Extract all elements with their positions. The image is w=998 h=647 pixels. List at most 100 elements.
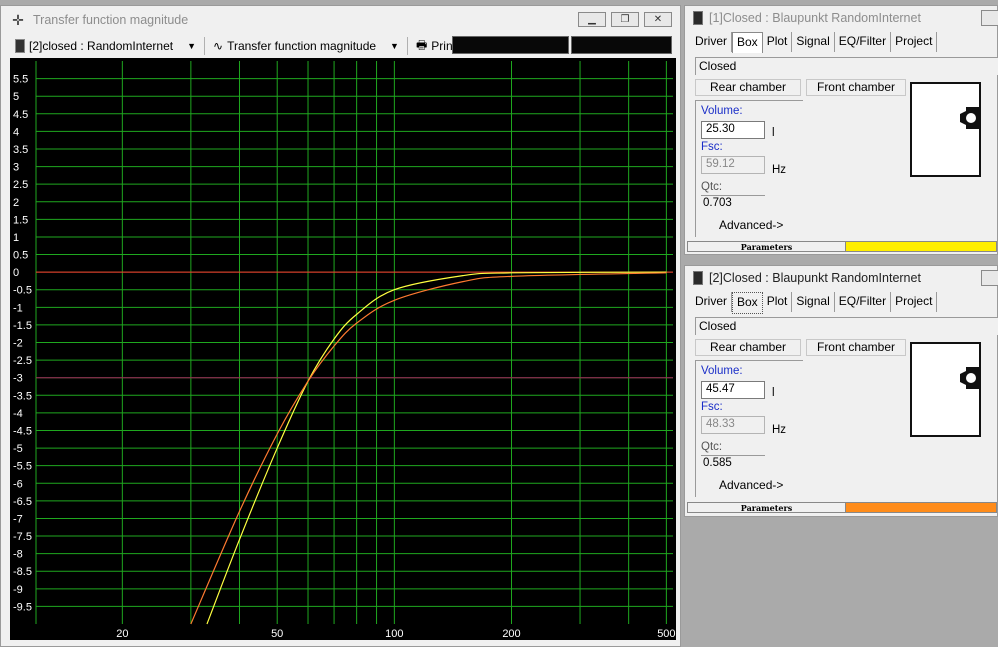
- tab-plot[interactable]: Plot: [763, 32, 793, 52]
- volume-unit: l: [772, 387, 775, 399]
- y-tick-label: -4: [13, 408, 23, 420]
- y-tick-label: -5: [13, 443, 23, 455]
- y-tick-label: -0.5: [13, 285, 32, 297]
- y-tick-label: -7: [13, 513, 23, 525]
- tab-eq-filter[interactable]: EQ/Filter: [835, 292, 892, 312]
- x-tick-label: 50: [271, 628, 283, 640]
- fsc-input: 48.33: [701, 416, 765, 434]
- fsc-input: 59.12: [701, 156, 765, 174]
- view-dropdown-label: Transfer function magnitude: [227, 39, 377, 53]
- y-tick-label: -5.5: [13, 461, 32, 473]
- y-tick-label: -8: [13, 549, 23, 561]
- restore-icon: ❐: [620, 14, 630, 25]
- rear-chamber-button[interactable]: Rear chamber: [695, 339, 801, 356]
- y-tick-label: 2: [13, 197, 19, 209]
- minimize-button[interactable]: [981, 270, 998, 286]
- y-tick-label: 3.5: [13, 144, 28, 156]
- panel-tabs: Driver Box Plot Signal EQ/Filter Project: [691, 292, 938, 314]
- close-button[interactable]: ✕: [644, 12, 672, 27]
- close-icon: ✕: [653, 14, 663, 25]
- front-chamber-button[interactable]: Front chamber: [806, 339, 906, 356]
- box-type-select[interactable]: Closed: [695, 317, 998, 335]
- chart-toolbar: [2]closed : RandomInternet ▼ ∿ Transfer …: [9, 35, 672, 57]
- restore-button[interactable]: ❐: [611, 12, 639, 27]
- minimize-button[interactable]: ▁: [578, 12, 606, 27]
- tab-signal[interactable]: Signal: [792, 292, 835, 312]
- driver-diagram-icon: [960, 107, 979, 129]
- minimize-icon: ▁: [588, 14, 596, 25]
- toolbar-divider: [406, 37, 408, 55]
- y-tick-label: -9.5: [13, 601, 32, 613]
- chevron-down-icon: ▼: [187, 41, 197, 51]
- y-tick-label: -9: [13, 584, 23, 596]
- status-color-bar: [846, 503, 996, 512]
- y-tick-label: -8.5: [13, 566, 32, 578]
- tab-plot[interactable]: Plot: [763, 292, 793, 312]
- y-tick-label: -4.5: [13, 425, 32, 437]
- qtc-label: Qtc:: [701, 441, 723, 453]
- tab-driver[interactable]: Driver: [691, 292, 732, 312]
- y-tick-label: -3: [13, 373, 23, 385]
- rear-chamber-button[interactable]: Rear chamber: [695, 79, 801, 96]
- tab-box[interactable]: Box: [732, 32, 763, 53]
- panel-title: [2]Closed : Blaupunkt RandomInternet: [709, 271, 921, 285]
- y-tick-label: -2.5: [13, 355, 32, 367]
- box-fields: Volume: 45.47 l Fsc: 48.33 Hz Qtc: 0.585…: [695, 360, 803, 497]
- tab-signal[interactable]: Signal: [792, 32, 835, 52]
- panel-tabs: Driver Box Plot Signal EQ/Filter Project: [691, 32, 938, 53]
- y-tick-label: 4.5: [13, 109, 28, 121]
- fsc-unit: Hz: [772, 424, 787, 436]
- tab-eq-filter[interactable]: EQ/Filter: [835, 32, 892, 52]
- volume-label: Volume:: [701, 105, 743, 117]
- y-tick-label: -6: [13, 478, 23, 490]
- panel-titlebar[interactable]: [1]Closed : Blaupunkt RandomInternet: [685, 6, 998, 30]
- y-tick-label: 2.5: [13, 179, 28, 191]
- box-type-select[interactable]: Closed: [695, 57, 998, 75]
- parameters-panel-1: [1]Closed : Blaupunkt RandomInternet Dri…: [684, 5, 998, 255]
- status-color-bar: [846, 242, 996, 251]
- box-preview-image: [910, 82, 981, 177]
- status-bar: Parameters: [687, 502, 997, 513]
- volume-input[interactable]: 45.47: [701, 381, 765, 399]
- panel-titlebar[interactable]: [2]Closed : Blaupunkt RandomInternet: [685, 266, 998, 290]
- y-tick-label: -1: [13, 302, 23, 314]
- volume-unit: l: [772, 127, 775, 139]
- volume-input[interactable]: 25.30: [701, 121, 765, 139]
- status-bar: Parameters: [687, 241, 997, 252]
- chart-window-titlebar[interactable]: ✛ Transfer function magnitude ▁ ❐ ✕: [1, 6, 680, 34]
- y-tick-label: 0: [13, 267, 19, 279]
- crosshair-icon: ✛: [12, 11, 24, 28]
- advanced-button[interactable]: Advanced->: [719, 478, 783, 492]
- x-axis-band: [10, 624, 676, 640]
- view-dropdown[interactable]: ∿ Transfer function magnitude ▼: [207, 36, 405, 56]
- transfer-function-plot[interactable]: 5.5 5 4.5 4 3.5 3 2.5 2 1.5 1 0.5 0 -0.5 -1 -1.5 -2 -2.5…: [10, 58, 676, 640]
- x-tick-label: 100: [385, 628, 403, 640]
- box-fields: Volume: 25.30 l Fsc: 59.12 Hz Qtc: 0.703…: [695, 100, 803, 237]
- tab-driver[interactable]: Driver: [691, 32, 732, 52]
- speaker-icon: [693, 271, 703, 285]
- driver-diagram-icon: [960, 367, 979, 389]
- qtc-value: 0.703: [701, 195, 765, 211]
- advanced-button[interactable]: Advanced->: [719, 218, 783, 232]
- box-preview-image: [910, 342, 981, 437]
- status-label: Parameters: [688, 242, 846, 252]
- tab-box[interactable]: Box: [732, 292, 763, 314]
- volume-label: Volume:: [701, 365, 743, 377]
- panel-title: [1]Closed : Blaupunkt RandomInternet: [709, 11, 921, 25]
- y-tick-label: 5.5: [13, 74, 28, 86]
- y-tick-label: -1.5: [13, 320, 32, 332]
- tab-project[interactable]: Project: [891, 292, 938, 312]
- project-dropdown[interactable]: [2]closed : RandomInternet ▼: [9, 36, 202, 56]
- y-tick-label: -6.5: [13, 496, 32, 508]
- speaker-icon: [693, 11, 703, 25]
- qtc-label: Qtc:: [701, 181, 723, 193]
- minimize-button[interactable]: [981, 10, 998, 26]
- front-chamber-button[interactable]: Front chamber: [806, 79, 906, 96]
- y-tick-label: -3.5: [13, 390, 32, 402]
- toolbar-divider: [204, 37, 206, 55]
- chart-window-title: Transfer function magnitude: [33, 13, 189, 27]
- document-icon: [15, 39, 25, 53]
- y-tick-label: 3: [13, 162, 19, 174]
- fsc-unit: Hz: [772, 164, 787, 176]
- tab-project[interactable]: Project: [891, 32, 938, 52]
